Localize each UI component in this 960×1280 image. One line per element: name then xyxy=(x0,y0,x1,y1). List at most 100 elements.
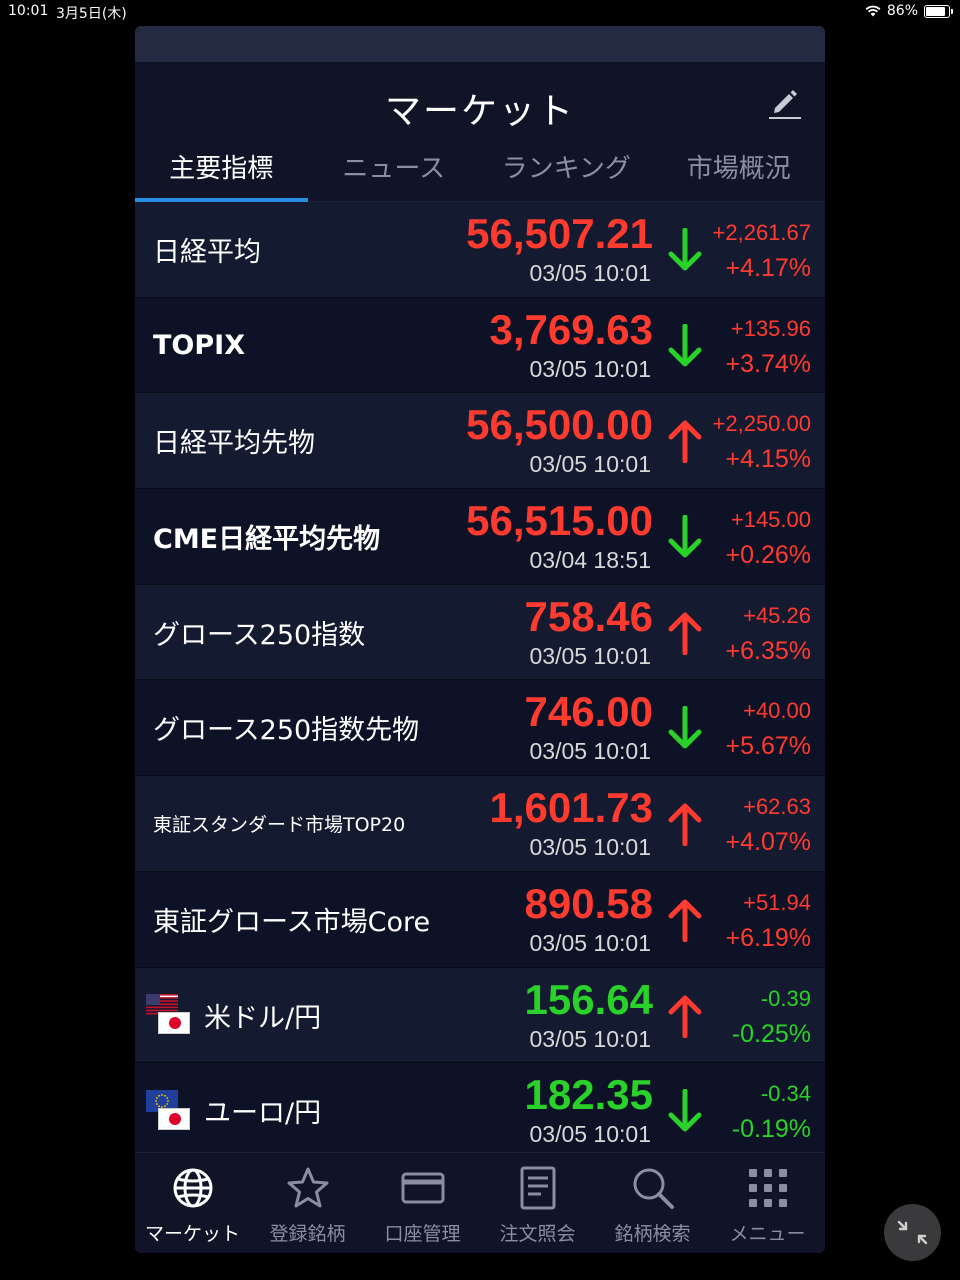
row-price: 56,500.00 xyxy=(466,401,653,449)
tab-3[interactable]: 市場概況 xyxy=(653,142,826,201)
row-change: +51.94 xyxy=(743,889,811,915)
row-time: 03/05 10:01 xyxy=(529,1025,651,1052)
market-row[interactable]: グロース250指数先物 746.00 03/05 10:01 +40.00 +5.67% xyxy=(135,680,825,777)
us-flag xyxy=(146,994,194,1036)
market-row[interactable]: ユーロ/円 182.35 03/05 10:01 -0.34 -0.19% xyxy=(135,1063,825,1152)
row-time: 03/05 10:01 xyxy=(529,451,651,478)
market-row[interactable]: TOPIX 3,769.63 03/05 10:01 +135.96 +3.74% xyxy=(135,297,825,394)
row-change: +2,250.00 xyxy=(712,411,811,437)
row-percent: +4.17% xyxy=(725,254,812,282)
row-name-text: 日経平均 xyxy=(153,237,261,268)
row-price: 56,507.21 xyxy=(466,210,653,257)
row-name-text: 東証スタンダード市場TOP20 xyxy=(153,814,406,837)
row-name-text: 日経平均先物 xyxy=(153,428,315,460)
jp-flag xyxy=(158,1107,190,1130)
row-price: 56,515.00 xyxy=(466,497,653,545)
page-title: マーケット xyxy=(384,91,575,132)
row-time: 03/05 10:01 xyxy=(529,355,651,382)
top-strip xyxy=(135,26,825,62)
row-percent: +6.19% xyxy=(725,923,812,952)
wifi-icon xyxy=(865,5,881,17)
row-name: グロース250指数先物 xyxy=(153,680,419,775)
row-change: +135.96 xyxy=(730,315,811,341)
row-percent: +3.74% xyxy=(725,349,812,378)
star-icon xyxy=(285,1165,331,1211)
market-list[interactable]: 日経平均 56,507.21 03/05 10:01 +2,261.67 +4.17% T… xyxy=(135,202,825,1152)
row-percent: +0.26% xyxy=(725,541,812,570)
row-name: 日経平均 xyxy=(153,202,261,297)
market-row[interactable]: 日経平均先物 56,500.00 03/05 10:01 +2,250.00 +4.15… xyxy=(135,393,825,490)
row-name-text: 東証グロース市場Core xyxy=(153,906,431,938)
nav-item-4[interactable]: 銘柄検索 xyxy=(595,1153,710,1253)
row-name: 米ドル/円 xyxy=(146,968,321,1063)
app-window: マーケット 主要指標 ニュース ランキング 市場概況 日経平均 56,507.21 03/… xyxy=(135,26,825,1253)
row-change: +45.26 xyxy=(743,602,811,628)
shrink-icon xyxy=(897,1220,928,1245)
row-time: 03/04 18:51 xyxy=(529,547,651,574)
market-row[interactable]: 東証グロース市場Core 890.58 03/05 10:01 +51.94 +6.19… xyxy=(135,871,825,968)
tab-2[interactable]: ランキング xyxy=(480,142,653,201)
row-name: 東証グロース市場Core xyxy=(153,872,430,967)
arrow-up-icon xyxy=(667,611,703,656)
tab-1[interactable]: ニュース xyxy=(308,142,481,201)
arrow-down-icon xyxy=(667,1088,703,1133)
arrow-down-icon xyxy=(667,323,703,368)
row-price: 1,601.73 xyxy=(489,784,654,832)
eu-flag xyxy=(146,1089,194,1132)
status-date: 3月5日(木) xyxy=(56,6,127,22)
row-name: ユーロ/円 xyxy=(146,1063,321,1152)
row-name-text: グロース250指数先物 xyxy=(153,715,420,747)
bottom-nav: マーケット 登録銘柄 口座管理 注文照会 銘柄検索 メニュー xyxy=(135,1152,825,1253)
row-percent: -0.25% xyxy=(731,1019,811,1048)
row-change: -0.39 xyxy=(760,985,811,1011)
jp-flag xyxy=(158,1012,190,1034)
row-time: 03/05 10:01 xyxy=(529,260,651,286)
row-price: 182.35 xyxy=(524,1071,653,1119)
arrow-up-icon xyxy=(667,419,703,464)
nav-item-2[interactable]: 口座管理 xyxy=(365,1153,480,1253)
status-time: 10:01 xyxy=(8,3,49,19)
row-price: 890.58 xyxy=(524,879,653,927)
row-name: CME日経平均先物 xyxy=(153,489,380,584)
market-row[interactable]: 米ドル/円 156.64 03/05 10:01 -0.39 -0.25% xyxy=(135,967,825,1064)
battery-percent: 86% xyxy=(886,3,918,19)
row-percent: +4.07% xyxy=(725,828,812,857)
row-time: 03/05 10:01 xyxy=(529,1121,651,1148)
grid-menu-icon xyxy=(745,1165,791,1211)
minimize-button[interactable] xyxy=(884,1204,941,1261)
globe-icon xyxy=(170,1165,216,1211)
tab-0[interactable]: 主要指標 xyxy=(135,142,308,202)
nav-item-0[interactable]: マーケット xyxy=(135,1153,250,1253)
row-change: +40.00 xyxy=(743,698,811,724)
search-icon xyxy=(630,1165,676,1211)
market-row[interactable]: 東証スタンダード市場TOP20 1,601.73 03/05 10:01 +62.63… xyxy=(135,776,825,872)
row-change: +62.63 xyxy=(743,794,811,820)
row-name: TOPIX xyxy=(153,298,245,393)
row-name: 日経平均先物 xyxy=(153,393,315,488)
row-time: 03/05 10:01 xyxy=(529,738,651,765)
row-price: 746.00 xyxy=(524,688,653,736)
nav-item-3[interactable]: 注文照会 xyxy=(480,1153,595,1253)
status-right: 86% xyxy=(865,3,953,19)
row-time: 03/05 10:01 xyxy=(529,929,651,956)
row-change: +145.00 xyxy=(730,507,811,533)
arrow-down-icon xyxy=(667,705,703,750)
row-name: 東証スタンダード市場TOP20 xyxy=(153,776,405,871)
tab-bar: 主要指標 ニュース ランキング 市場概況 xyxy=(135,142,825,202)
row-change: -0.34 xyxy=(760,1081,811,1107)
header: マーケット xyxy=(135,62,825,142)
status-bar: 10:01 3月5日(木) 86% xyxy=(0,0,960,24)
battery-icon xyxy=(924,4,953,18)
row-percent: +4.15% xyxy=(725,445,812,474)
pencil-icon[interactable] xyxy=(767,84,803,120)
row-time: 03/05 10:01 xyxy=(529,834,651,861)
row-change: +2,261.67 xyxy=(712,220,811,245)
nav-item-5[interactable]: メニュー xyxy=(710,1153,825,1253)
arrow-down-icon xyxy=(667,514,703,559)
market-row[interactable]: 日経平均 56,507.21 03/05 10:01 +2,261.67 +4.17% xyxy=(135,202,825,298)
arrow-up-icon xyxy=(667,994,703,1038)
nav-item-1[interactable]: 登録銘柄 xyxy=(250,1153,365,1253)
arrow-down-icon xyxy=(667,227,703,272)
market-row[interactable]: CME日経平均先物 56,515.00 03/04 18:51 +145.00 +0.2… xyxy=(135,489,825,585)
market-row[interactable]: グロース250指数 758.46 03/05 10:01 +45.26 +6.35% xyxy=(135,584,825,681)
